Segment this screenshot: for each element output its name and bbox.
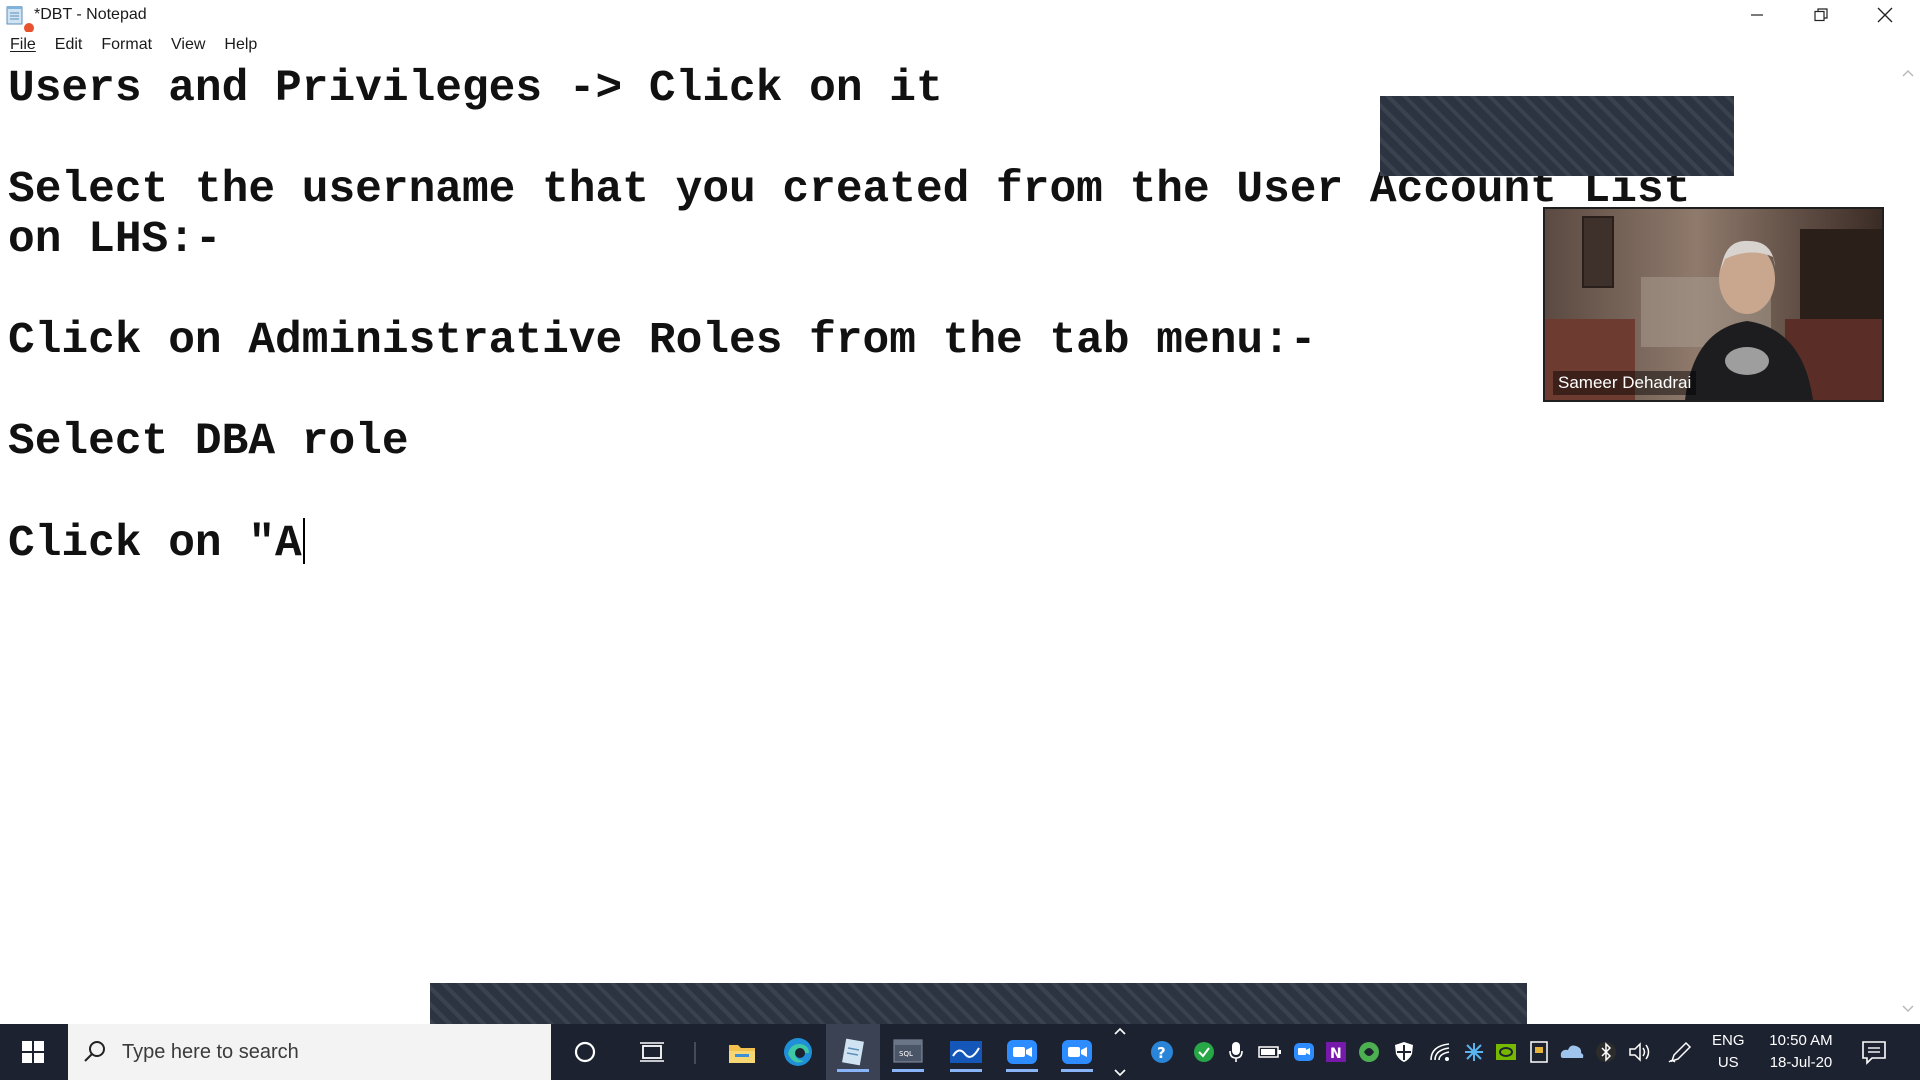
close-button[interactable] bbox=[1854, 0, 1916, 30]
editor-line: Select DBA role bbox=[8, 417, 409, 467]
text-editor[interactable]: Users and Privileges -> Click on it Sele… bbox=[0, 58, 1896, 1024]
vpn-icon[interactable] bbox=[1357, 1040, 1381, 1064]
menu-edit[interactable]: Edit bbox=[46, 34, 92, 56]
file-explorer-icon[interactable] bbox=[720, 1032, 764, 1072]
document-tray-icon[interactable] bbox=[1527, 1040, 1551, 1064]
whiteboard-icon[interactable] bbox=[944, 1032, 988, 1072]
shield-icon[interactable] bbox=[1392, 1040, 1416, 1064]
start-button[interactable] bbox=[0, 1024, 66, 1080]
editor-line: on LHS:- bbox=[8, 215, 222, 265]
minimize-icon bbox=[1751, 14, 1763, 16]
menu-format[interactable]: Format bbox=[92, 34, 161, 56]
participant-name: Sameer Dehadrai bbox=[1553, 371, 1697, 395]
clock-date: 18-Jul-20 bbox=[1769, 1054, 1833, 1071]
menu-help[interactable]: Help bbox=[215, 34, 266, 56]
volume-icon[interactable] bbox=[1628, 1040, 1652, 1064]
menu-view[interactable]: View bbox=[162, 34, 214, 56]
task-view-icon[interactable] bbox=[630, 1032, 674, 1072]
action-center-button[interactable] bbox=[1860, 1038, 1888, 1066]
system-clock[interactable]: 10:50 AM 18-Jul-20 bbox=[1762, 1030, 1840, 1074]
battery-icon[interactable] bbox=[1258, 1040, 1282, 1064]
zoom-meetings-icon[interactable] bbox=[1000, 1032, 1044, 1072]
active-app-indicator bbox=[837, 1069, 869, 1072]
edge-icon[interactable] bbox=[776, 1032, 820, 1072]
language-indicator[interactable]: ENG US bbox=[1712, 1030, 1745, 1074]
close-icon bbox=[1877, 7, 1893, 23]
sql-developer-icon[interactable]: SQL bbox=[886, 1032, 930, 1072]
notepad-icon[interactable] bbox=[826, 1024, 880, 1080]
menu-file[interactable]: File bbox=[0, 34, 45, 56]
security-check-icon[interactable] bbox=[1192, 1040, 1216, 1064]
snowflake-icon[interactable] bbox=[1462, 1040, 1486, 1064]
chevron-down-icon bbox=[1114, 1069, 1126, 1077]
taskbar: Type here to search SQL ? N ENG US 10:50… bbox=[0, 1024, 1920, 1080]
redacted-overlay bbox=[430, 983, 1527, 1024]
title-bar: *DBT - Notepad bbox=[0, 0, 1920, 35]
search-placeholder: Type here to search bbox=[122, 1040, 299, 1063]
svg-text:SQL: SQL bbox=[899, 1050, 913, 1058]
scroll-down-icon[interactable] bbox=[1901, 1004, 1915, 1014]
text-caret bbox=[302, 518, 305, 564]
help-icon[interactable]: ? bbox=[1150, 1040, 1174, 1064]
active-app-indicator bbox=[1061, 1069, 1093, 1072]
editor-line-current: Click on "A bbox=[8, 518, 305, 569]
redacted-overlay bbox=[1380, 96, 1734, 176]
taskbar-search-box[interactable]: Type here to search bbox=[68, 1024, 551, 1080]
restore-icon bbox=[1814, 8, 1828, 22]
chevron-up-icon bbox=[1114, 1027, 1126, 1035]
nvidia-icon[interactable] bbox=[1494, 1040, 1518, 1064]
cloud-sync-icon[interactable] bbox=[1560, 1040, 1584, 1064]
language-region: US bbox=[1717, 1054, 1739, 1071]
windows-logo-icon bbox=[22, 1041, 44, 1063]
vertical-scrollbar[interactable] bbox=[1896, 58, 1920, 1024]
language-code: ENG bbox=[1712, 1032, 1745, 1049]
clock-time: 10:50 AM bbox=[1769, 1032, 1833, 1049]
zoom-icon[interactable] bbox=[1055, 1032, 1099, 1072]
tray-overflow-button[interactable] bbox=[1108, 1026, 1132, 1078]
active-app-indicator bbox=[950, 1069, 982, 1072]
restore-button[interactable] bbox=[1790, 0, 1852, 30]
window-title: *DBT - Notepad bbox=[34, 6, 147, 23]
microphone-icon[interactable] bbox=[1224, 1040, 1248, 1064]
editor-line-text: Click on "A bbox=[8, 519, 302, 569]
scroll-up-icon[interactable] bbox=[1901, 68, 1915, 78]
onenote-icon[interactable]: N bbox=[1324, 1040, 1348, 1064]
wifi-icon[interactable] bbox=[1428, 1040, 1452, 1064]
svg-text:N: N bbox=[1330, 1046, 1342, 1062]
taskbar-separator bbox=[694, 1042, 696, 1064]
editor-line: Users and Privileges -> Click on it bbox=[8, 64, 943, 114]
svg-text:?: ? bbox=[1157, 1044, 1166, 1062]
webcam-video-tile: Sameer Dehadrai bbox=[1543, 207, 1884, 402]
zoom-tray-icon[interactable] bbox=[1292, 1040, 1316, 1064]
active-app-indicator bbox=[1006, 1069, 1038, 1072]
notepad-app-icon[interactable] bbox=[6, 5, 24, 25]
editor-line: Click on Administrative Roles from the t… bbox=[8, 316, 1317, 366]
bluetooth-icon[interactable] bbox=[1594, 1040, 1618, 1064]
minimize-button[interactable] bbox=[1726, 0, 1788, 30]
menu-bar: File Edit Format View Help bbox=[0, 32, 1920, 59]
notification-icon bbox=[1862, 1041, 1886, 1065]
pen-ink-icon[interactable] bbox=[1668, 1040, 1692, 1064]
cortana-icon[interactable] bbox=[563, 1032, 607, 1072]
search-icon bbox=[84, 1041, 105, 1062]
active-app-indicator bbox=[892, 1069, 924, 1072]
